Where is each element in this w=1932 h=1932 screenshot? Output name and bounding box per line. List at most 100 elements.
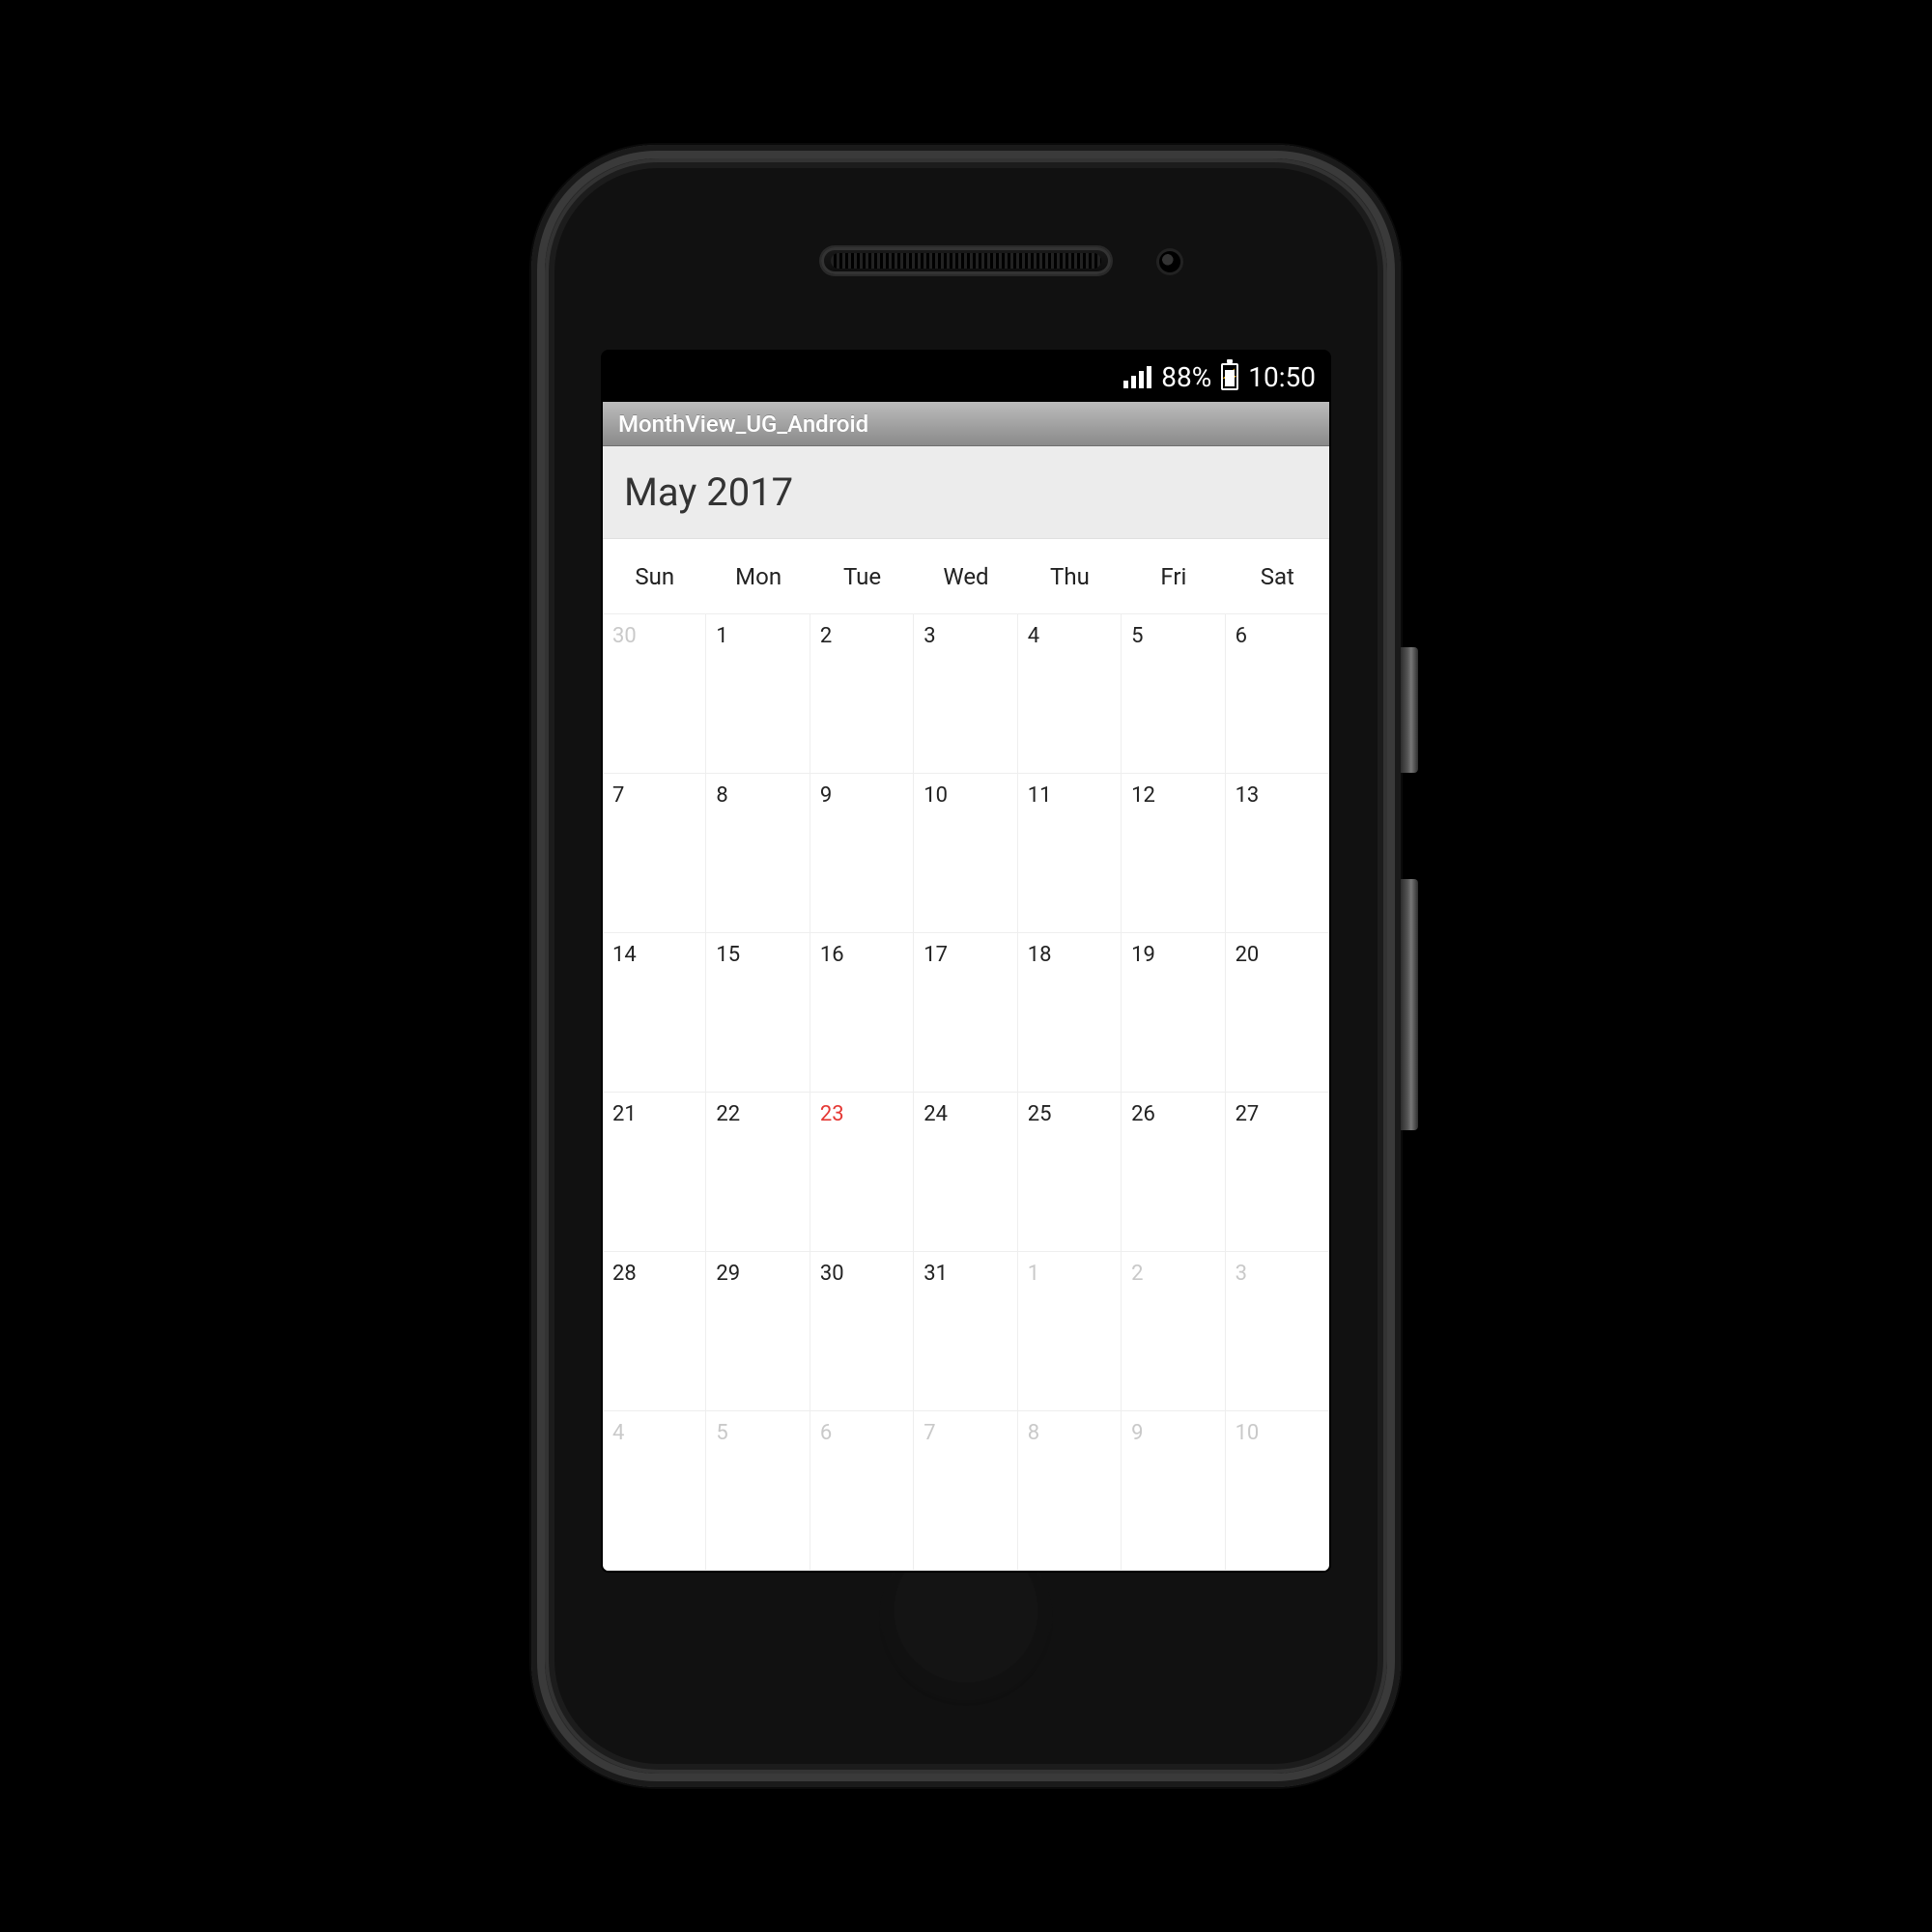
dow-thu: Thu [1018,539,1122,614]
day-number: 26 [1131,1102,1155,1126]
day-number: 3 [923,624,935,648]
calendar-day-cell[interactable]: 1 [1018,1252,1122,1411]
calendar-day-cell[interactable]: 12 [1122,774,1225,933]
calendar-day-cell[interactable]: 23 [810,1093,914,1252]
day-number: 2 [820,624,832,648]
day-number: 9 [1131,1421,1143,1445]
dow-mon: Mon [706,539,810,614]
calendar-day-cell[interactable]: 28 [603,1252,706,1411]
calendar-day-cell[interactable]: 1 [706,614,810,774]
day-number: 22 [716,1102,740,1126]
dow-tue: Tue [810,539,914,614]
calendar-day-cell[interactable]: 9 [810,774,914,933]
signal-icon [1123,365,1151,388]
calendar-day-cell[interactable]: 16 [810,933,914,1093]
dow-sat: Sat [1226,539,1329,614]
calendar-day-cell[interactable]: 10 [914,774,1017,933]
dow-fri: Fri [1122,539,1225,614]
calendar-day-cell[interactable]: 26 [1122,1093,1225,1252]
calendar-day-cell[interactable]: 4 [603,1411,706,1571]
calendar-day-cell[interactable]: 3 [914,614,1017,774]
calendar-day-cell[interactable]: 24 [914,1093,1017,1252]
calendar-day-cell[interactable]: 7 [603,774,706,933]
battery-icon: ⚡ [1221,363,1238,390]
charging-bolt-icon: ⚡ [1223,365,1236,388]
calendar-day-cell[interactable]: 27 [1226,1093,1329,1252]
calendar-day-cell[interactable]: 2 [1122,1252,1225,1411]
clock-label: 10:50 [1248,361,1316,393]
calendar-day-cell[interactable]: 3 [1226,1252,1329,1411]
day-number: 13 [1236,783,1260,808]
day-number: 1 [716,624,727,648]
phone-bezel: 88% ⚡ 10:50 MonthView_UG_Android May 201… [545,158,1387,1774]
status-bar: 88% ⚡ 10:50 [603,352,1329,402]
calendar-day-cell[interactable]: 6 [810,1411,914,1571]
calendar-day-cell[interactable]: 30 [810,1252,914,1411]
earpiece [821,247,1111,274]
calendar-day-cell[interactable]: 18 [1018,933,1122,1093]
calendar-day-cell[interactable]: 5 [1122,614,1225,774]
day-number: 16 [820,943,844,967]
calendar-day-cell[interactable]: 21 [603,1093,706,1252]
calendar-day-cell[interactable]: 29 [706,1252,810,1411]
app-title-bar: MonthView_UG_Android [603,402,1329,446]
day-number: 7 [923,1421,935,1445]
calendar-day-cell[interactable]: 7 [914,1411,1017,1571]
month-header[interactable]: May 2017 [603,446,1329,539]
day-number: 31 [923,1262,948,1286]
calendar-grid[interactable]: 3012345678910111213141516171819202122232… [603,614,1329,1571]
day-number: 3 [1236,1262,1247,1286]
calendar-day-cell[interactable]: 25 [1018,1093,1122,1252]
calendar-day-cell[interactable]: 8 [1018,1411,1122,1571]
day-number: 29 [716,1262,740,1286]
volume-down-button[interactable] [1401,879,1418,1130]
calendar-day-cell[interactable]: 31 [914,1252,1017,1411]
calendar-day-cell[interactable]: 13 [1226,774,1329,933]
day-number: 4 [1028,624,1039,648]
calendar-day-cell[interactable]: 10 [1226,1411,1329,1571]
day-number: 10 [1236,1421,1260,1445]
day-number: 30 [612,624,637,648]
phone-frame: 88% ⚡ 10:50 MonthView_UG_Android May 201… [531,145,1401,1787]
day-number: 20 [1236,943,1260,967]
day-number: 5 [1131,624,1143,648]
calendar-day-cell[interactable]: 20 [1226,933,1329,1093]
calendar-day-cell[interactable]: 15 [706,933,810,1093]
day-number: 28 [612,1262,637,1286]
calendar-day-cell[interactable]: 19 [1122,933,1225,1093]
calendar-day-cell[interactable]: 9 [1122,1411,1225,1571]
front-camera [1159,251,1180,272]
screen: 88% ⚡ 10:50 MonthView_UG_Android May 201… [603,352,1329,1571]
month-label: May 2017 [624,469,793,515]
day-number: 7 [612,783,624,808]
day-number: 8 [716,783,727,808]
day-number: 6 [820,1421,832,1445]
calendar-day-cell[interactable]: 30 [603,614,706,774]
day-number: 14 [612,943,637,967]
volume-up-button[interactable] [1401,647,1418,773]
calendar-day-cell[interactable]: 8 [706,774,810,933]
day-number: 25 [1028,1102,1052,1126]
day-number: 10 [923,783,948,808]
calendar-day-cell[interactable]: 22 [706,1093,810,1252]
day-number: 27 [1236,1102,1260,1126]
calendar-day-cell[interactable]: 2 [810,614,914,774]
calendar-day-cell[interactable]: 17 [914,933,1017,1093]
dow-wed: Wed [914,539,1017,614]
dow-sun: Sun [603,539,706,614]
calendar-day-cell[interactable]: 11 [1018,774,1122,933]
calendar-day-cell[interactable]: 14 [603,933,706,1093]
day-number: 18 [1028,943,1052,967]
day-number: 1 [1028,1262,1039,1286]
day-number: 6 [1236,624,1247,648]
day-number: 8 [1028,1421,1039,1445]
calendar-day-cell[interactable]: 5 [706,1411,810,1571]
day-number: 19 [1131,943,1155,967]
day-number: 30 [820,1262,844,1286]
day-of-week-row: Sun Mon Tue Wed Thu Fri Sat [603,539,1329,614]
calendar-day-cell[interactable]: 6 [1226,614,1329,774]
day-number: 5 [716,1421,727,1445]
calendar-day-cell[interactable]: 4 [1018,614,1122,774]
day-number: 15 [716,943,740,967]
day-number: 17 [923,943,948,967]
